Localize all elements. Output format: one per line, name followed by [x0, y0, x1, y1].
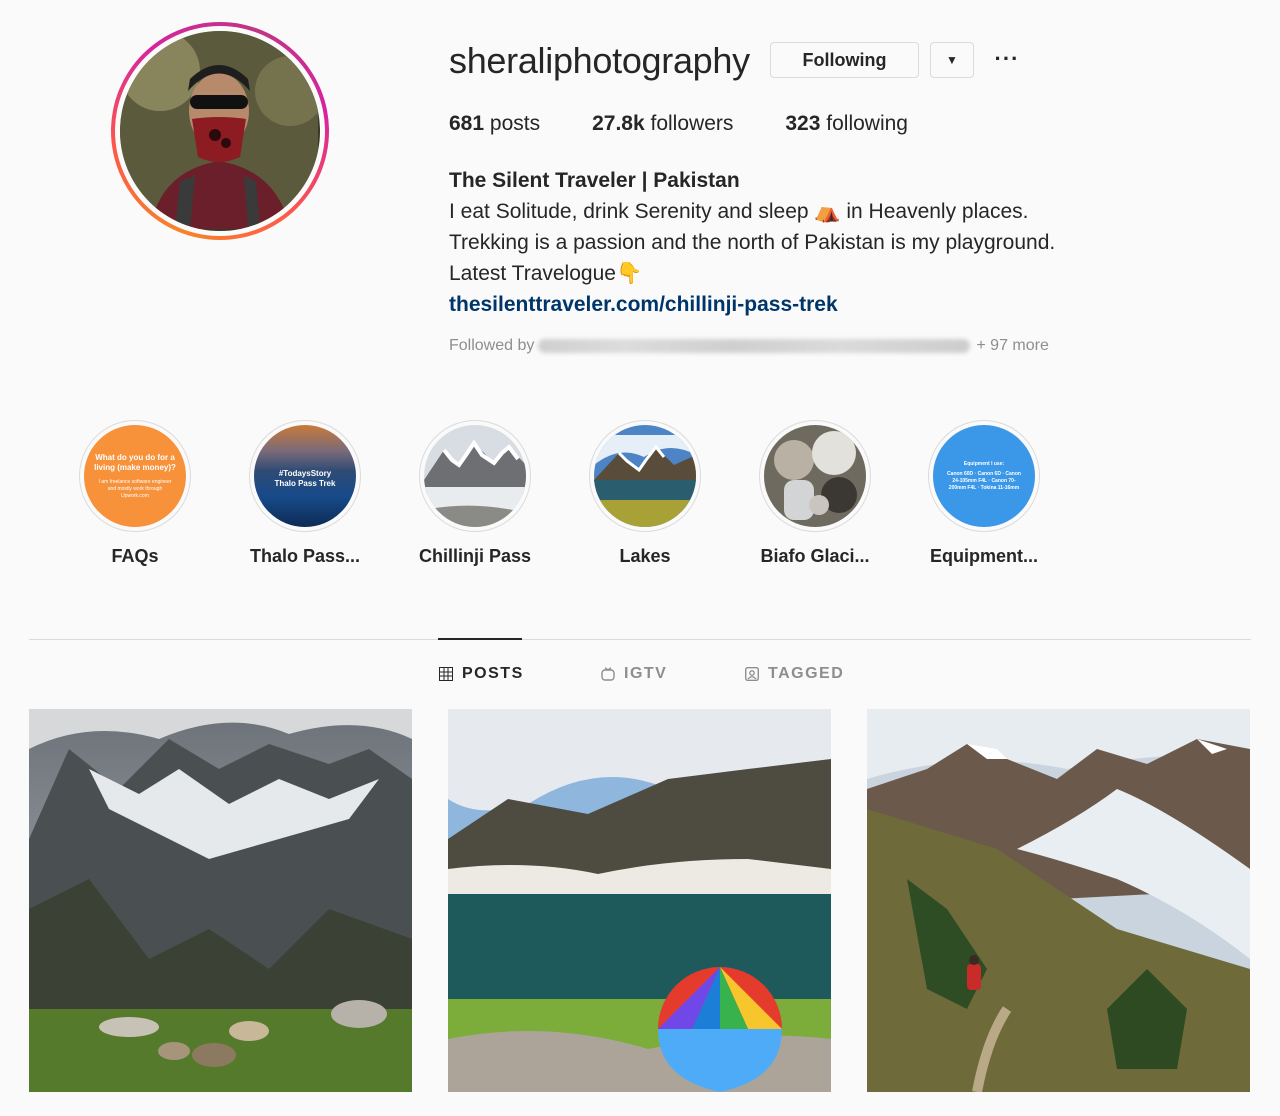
highlight-ring: Equipment I use: Canon 60D · Canon 6D · … — [928, 420, 1040, 532]
post-thumbnail[interactable] — [448, 709, 831, 1092]
tab-posts[interactable]: POSTS — [439, 665, 524, 683]
bio-line: I eat Solitude, drink Serenity and sleep… — [449, 200, 1029, 223]
highlight-label: FAQs — [111, 546, 159, 566]
profile-full-name: The Silent Traveler | Pakistan — [449, 169, 740, 192]
highlight-label: Thalo Pass... — [249, 546, 361, 566]
profile-username: sheraliphotography — [449, 40, 750, 81]
highlight-chillinji-pass[interactable]: Chillinji Pass — [385, 420, 565, 567]
bio-line: Trekking is a passion and the north of P… — [449, 231, 1056, 254]
avatar-frame — [115, 26, 325, 236]
tabs-divider — [29, 639, 1251, 640]
blurred-follower-names — [538, 339, 971, 353]
suggestions-dropdown-button[interactable]: ▼ — [930, 42, 974, 78]
followed-by-more: + 97 more — [976, 337, 1049, 354]
highlight-equipment[interactable]: Equipment I use: Canon 60D · Canon 6D · … — [894, 420, 1074, 567]
followed-by[interactable]: Followed by + 97 more — [449, 337, 1049, 355]
highlight-cover-chillinji — [424, 425, 526, 527]
highlight-ring: #TodaysStory Thalo Pass Trek — [249, 420, 361, 532]
highlight-cover-lakes — [594, 425, 696, 527]
highlight-biafo-glacier[interactable]: Biafo Glaci... — [725, 420, 905, 567]
highlight-ring: What do you do for a living (make money)… — [79, 420, 191, 532]
profile-bio: The Silent Traveler | Pakistan I eat Sol… — [449, 165, 1055, 320]
tagged-icon — [744, 666, 760, 682]
tab-label: IGTV — [624, 665, 668, 682]
highlight-ring — [589, 420, 701, 532]
post-thumbnail[interactable] — [29, 709, 412, 1092]
bio-line: Latest Travelogue👇 — [449, 262, 643, 285]
highlight-lakes[interactable]: Lakes — [555, 420, 735, 567]
highlight-label: Equipment... — [930, 546, 1038, 566]
highlight-label: Biafo Glaci... — [760, 546, 870, 566]
post-thumbnail[interactable] — [867, 709, 1250, 1092]
followed-by-label: Followed by — [449, 337, 535, 354]
tab-label: POSTS — [462, 665, 524, 682]
active-tab-indicator — [438, 638, 522, 640]
following-button[interactable]: Following — [770, 42, 919, 78]
followers-count-link[interactable]: 27.8k followers — [592, 112, 733, 136]
posts-count-link[interactable]: 681 posts — [449, 112, 540, 136]
highlight-ring — [419, 420, 531, 532]
highlight-cover-faqs: What do you do for a living (make money)… — [84, 425, 186, 527]
profile-stats: 681 posts 27.8k followers 323 following — [449, 112, 960, 136]
highlight-thalo-pass[interactable]: #TodaysStory Thalo Pass Trek Thalo Pass.… — [215, 420, 395, 567]
avatar-photo — [120, 31, 320, 231]
highlight-cover-biafo — [764, 425, 866, 527]
following-count-link[interactable]: 323 following — [785, 112, 908, 136]
highlight-ring — [759, 420, 871, 532]
highlight-faqs[interactable]: What do you do for a living (make money)… — [45, 420, 225, 567]
tab-label: TAGGED — [768, 665, 845, 682]
grid-icon — [439, 667, 453, 681]
chevron-down-icon: ▼ — [946, 53, 958, 67]
highlight-label: Chillinji Pass — [418, 546, 532, 566]
post-image-glacier-trek — [867, 709, 1250, 1092]
tab-igtv[interactable]: IGTV — [601, 665, 667, 683]
post-image-mountain-valley — [29, 709, 412, 1092]
profile-avatar[interactable] — [111, 22, 329, 240]
highlight-cover-equipment: Equipment I use: Canon 60D · Canon 6D · … — [933, 425, 1035, 527]
highlight-cover-thalo: #TodaysStory Thalo Pass Trek — [254, 425, 356, 527]
post-image-lake-umbrella — [448, 709, 831, 1092]
bio-website-link[interactable]: thesilenttraveler.com/chillinji-pass-tre… — [449, 293, 838, 316]
more-options-icon[interactable]: ··· — [993, 44, 1021, 74]
igtv-icon — [601, 667, 615, 681]
highlight-label: Lakes — [619, 546, 671, 566]
avatar-illustration — [120, 31, 320, 229]
tab-tagged[interactable]: TAGGED — [744, 665, 845, 683]
